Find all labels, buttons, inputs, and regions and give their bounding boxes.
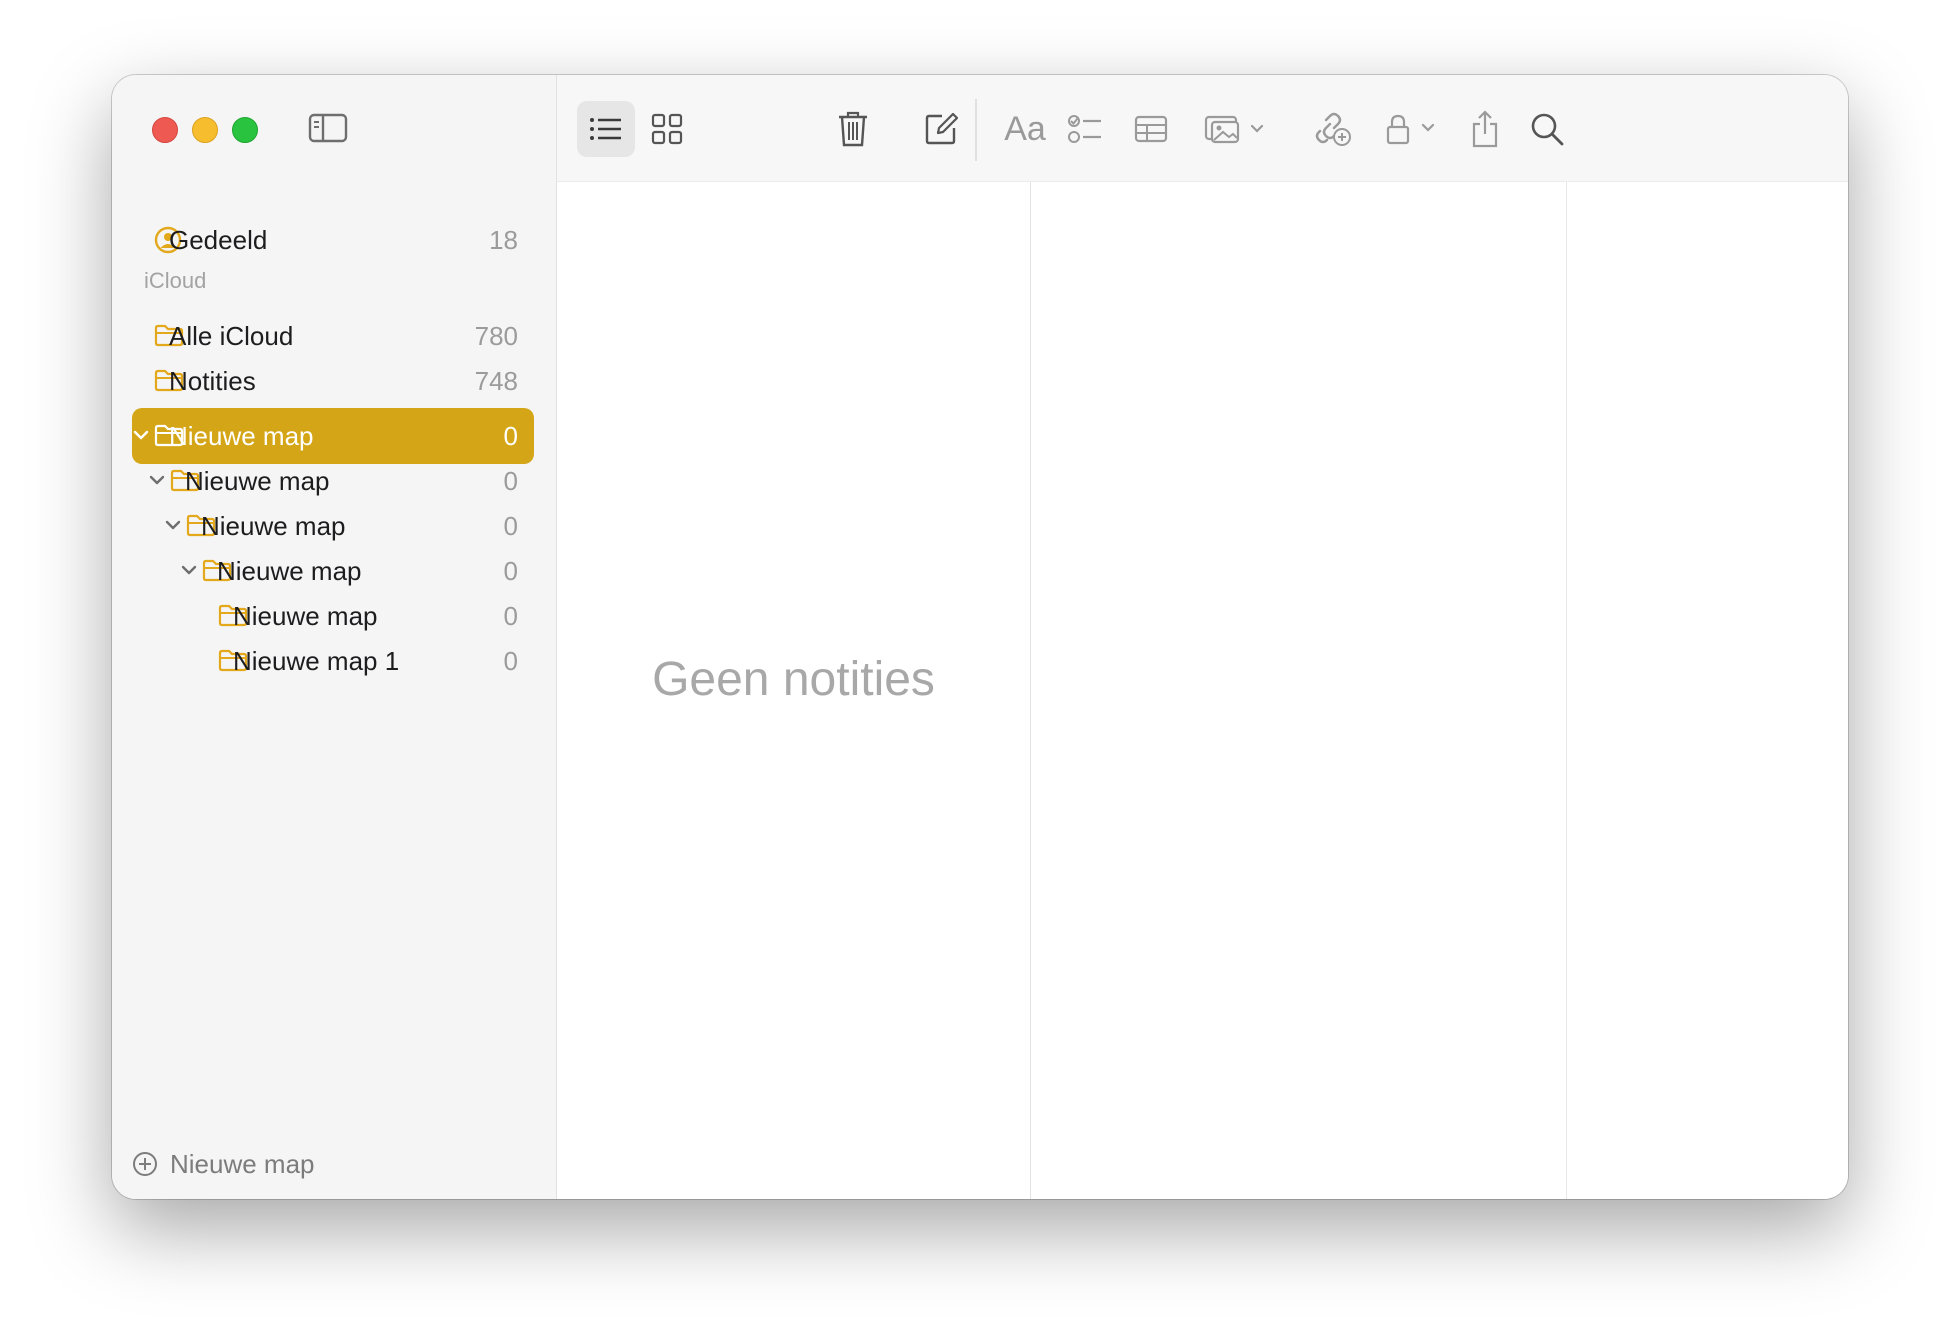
zoom-window-button[interactable] [232,117,258,143]
sidebar-item-count: 0 [503,421,518,451]
sidebar-toggle-button[interactable] [308,113,348,148]
chevron-down-icon[interactable] [132,426,150,444]
new-note-button[interactable] [921,101,961,157]
lock-button[interactable] [1383,101,1441,157]
media-button[interactable] [1203,101,1267,157]
note-list: Geen notities [557,182,1031,1199]
format-icon: Aa [1004,109,1046,148]
minimize-window-button[interactable] [192,117,218,143]
delete-button[interactable] [833,101,873,157]
sidebar-item-shared[interactable]: Gedeeld 18 [112,212,556,268]
lock-icon [1386,114,1435,145]
sidebar-item-count: 0 [503,466,518,496]
sidebar-item-count: 748 [474,366,518,396]
share-icon [1472,110,1498,148]
empty-state-text: Geen notities [652,653,935,706]
notes-window: Gedeeld 18 iCloud Alle iCloud 780 Notiti… [112,75,1848,1199]
list-view-icon [590,118,621,140]
compose-icon [925,112,958,145]
sidebar-item-label: Nieuwe map [233,601,378,631]
sidebar-item-label: Gedeeld [169,225,268,255]
sidebar-item-notes[interactable]: Notities 748 [112,353,556,409]
section-title-icloud: iCloud [144,268,207,293]
list-view-button[interactable] [577,101,635,157]
table-icon [1134,115,1168,143]
editor-scroll-edge [1566,182,1567,1199]
collaborate-icon [1315,112,1351,146]
search-button[interactable] [1527,101,1567,157]
collaborate-button[interactable] [1313,101,1353,157]
media-icon [1204,115,1264,144]
chevron-down-icon[interactable] [180,561,198,579]
note-editor[interactable] [1031,182,1848,1199]
chevron-down-icon[interactable] [148,471,166,489]
sidebar-item-new-folder-1[interactable]: Nieuwe map 1 0 [112,633,556,689]
sidebar-item-count: 0 [503,556,518,586]
sidebar-item-label: Nieuwe map [201,511,346,541]
sidebar-item-label: Nieuwe map [217,556,362,586]
sidebar-item-count: 0 [503,601,518,631]
sidebar-item-label: Notities [169,366,256,396]
sidebar-item-count: 18 [489,225,518,255]
sidebar-item-count: 780 [474,321,518,351]
gallery-view-button[interactable] [647,101,687,157]
sidebar-item-label: Nieuwe map 1 [233,646,400,676]
chevron-down-icon[interactable] [164,516,182,534]
checklist-button[interactable] [1065,101,1105,157]
sidebar-item-label: Nieuwe map [185,466,330,496]
share-button[interactable] [1465,101,1505,157]
checklist-icon [1068,115,1101,143]
search-icon [1531,113,1564,146]
sidebar-toggle-icon [308,113,348,143]
sidebar-item-label: Nieuwe map [169,421,314,451]
toolbar: Aa [557,75,1848,182]
new-folder-label: Nieuwe map [170,1149,315,1179]
close-window-button[interactable] [152,117,178,143]
sidebar-item-label: Alle iCloud [169,321,294,351]
sidebar: Gedeeld 18 iCloud Alle iCloud 780 Notiti… [112,75,557,1199]
toolbar-divider [975,99,977,161]
plus-circle-icon [133,1152,157,1176]
sidebar-item-count: 0 [503,646,518,676]
format-button[interactable]: Aa [997,101,1053,157]
sidebar-item-count: 0 [503,511,518,541]
gallery-view-icon [651,113,683,145]
trash-icon [839,111,867,147]
table-button[interactable] [1131,101,1171,157]
